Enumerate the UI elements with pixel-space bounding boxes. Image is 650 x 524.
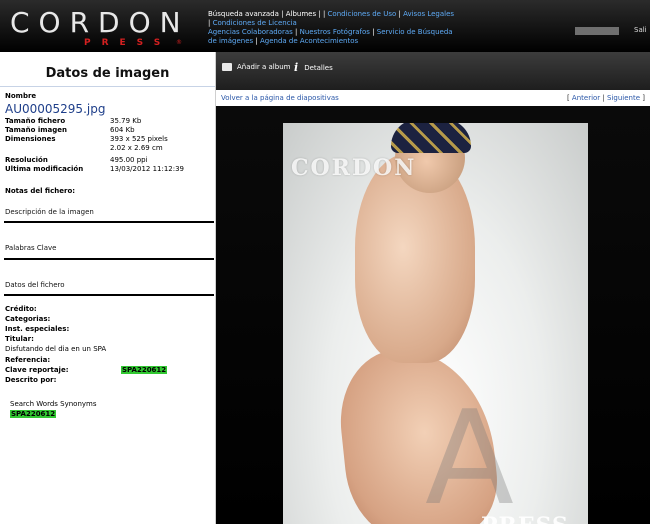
nav-license-terms[interactable]: Condiciones de Licencia <box>213 19 297 27</box>
details-button[interactable]: i Detalles <box>294 61 333 74</box>
details-label: Detalles <box>304 63 333 72</box>
datos-divider <box>4 294 214 296</box>
nav-advanced-search[interactable]: Búsqueda avanzada <box>208 10 279 18</box>
resolucion-label: Resolución <box>5 156 48 164</box>
navigation-bar: Volver a la página de diapositivas [ Ant… <box>216 90 650 106</box>
back-to-slides-link[interactable]: Volver a la página de diapositivas <box>221 94 339 102</box>
logout-link[interactable]: Sali <box>634 26 647 34</box>
synonyms-value: SPA220612 <box>10 410 57 418</box>
titular-value: Disfutando del dia en un SPA <box>5 345 107 353</box>
descrito-por-label: Descrito por: <box>5 376 57 384</box>
tamano-imagen-value: 604 Kb <box>110 126 135 134</box>
viewer-toolbar: Añadir a album i Detalles <box>216 52 650 90</box>
palabras-divider <box>4 258 214 260</box>
descripcion-label: Descripción de la imagen <box>5 208 94 216</box>
referencia-label: Referencia: <box>5 356 51 364</box>
clave-reportaje-label: Clave reportaje: <box>5 366 69 374</box>
next-link[interactable]: Siguiente <box>607 94 640 102</box>
logo-wordmark: CORDON <box>10 6 190 39</box>
ultima-modificacion-value: 13/03/2012 11:12:39 <box>110 165 185 173</box>
clave-reportaje-value: SPA220612 <box>121 366 168 374</box>
previous-link[interactable]: Anterior <box>572 94 600 102</box>
logo-registered-mark: ® <box>176 39 182 46</box>
nombre-label: Nombre <box>5 92 37 100</box>
nav-partner-agencies[interactable]: Agencias Colaboradoras <box>208 28 293 36</box>
watermark-press: PRESS <box>481 513 569 524</box>
file-name: AU00005295.jpg <box>5 102 106 116</box>
top-header: CORDON PRESS ® Búsqueda avanzada | Album… <box>0 0 650 52</box>
dimensiones-pixels: 393 x 525 pixels <box>110 135 168 143</box>
titular-label: Titular: <box>5 335 34 343</box>
tamano-fichero-value: 35.79 Kb <box>110 117 142 125</box>
info-icon: i <box>294 61 299 74</box>
credito-label: Crédito: <box>5 305 37 313</box>
top-nav: Búsqueda avanzada | Albumes | | Condicio… <box>208 10 455 45</box>
tamano-imagen-label: Tamaño imagen <box>5 126 68 134</box>
dimensiones-cm: 2.02 x 2.69 cm <box>110 144 163 152</box>
resolucion-value: 495.00 ppi <box>110 156 148 164</box>
photo-cap-shape <box>391 123 471 153</box>
ultima-modificacion-label: Ultima modificación <box>5 165 84 173</box>
inst-especiales-label: Inst. especiales: <box>5 325 70 333</box>
synonyms-label: Search Words Synonyms <box>10 400 97 408</box>
title-divider <box>0 86 215 87</box>
nav-albums[interactable]: Albumes <box>286 10 316 18</box>
notas-label: Notas del fichero: <box>5 187 76 195</box>
nav-legal-notices[interactable]: Avisos Legales <box>403 10 454 18</box>
main-photo[interactable]: CORDON A PRESS <box>283 123 588 524</box>
image-viewer-panel: Añadir a album i Detalles Volver a la pá… <box>215 52 650 524</box>
nav-photographers[interactable]: Nuestros Fotógrafos <box>300 28 370 36</box>
logo-subtitle: PRESS <box>84 38 172 48</box>
pager: [ Anterior | Siguiente ] <box>566 94 645 102</box>
watermark-a: A <box>425 382 514 524</box>
datos-fichero-label: Datos del fichero <box>5 281 65 289</box>
palabras-clave-label: Palabras Clave <box>5 244 57 252</box>
album-icon <box>222 63 232 71</box>
panel-title: Datos de imagen <box>45 66 170 81</box>
image-data-panel: Datos de imagen Nombre AU00005295.jpg Ta… <box>0 52 215 524</box>
add-to-album-label: Añadir a album <box>237 63 291 71</box>
nav-terms-of-use[interactable]: Condiciones de Uso <box>328 10 397 18</box>
categorias-label: Categorias: <box>5 315 51 323</box>
watermark-cordon: CORDON <box>291 155 417 181</box>
image-stage: CORDON A PRESS <box>216 106 650 524</box>
cordon-press-logo[interactable]: CORDON PRESS ® <box>6 6 202 50</box>
nav-events-agenda[interactable]: Agenda de Acontecimientos <box>260 37 358 45</box>
tamano-fichero-label: Tamaño fichero <box>5 117 66 125</box>
descripcion-divider <box>4 221 214 223</box>
user-name-redacted <box>575 27 619 35</box>
add-to-album-button[interactable]: Añadir a album <box>222 63 290 71</box>
dimensiones-label: Dimensiones <box>5 135 56 143</box>
